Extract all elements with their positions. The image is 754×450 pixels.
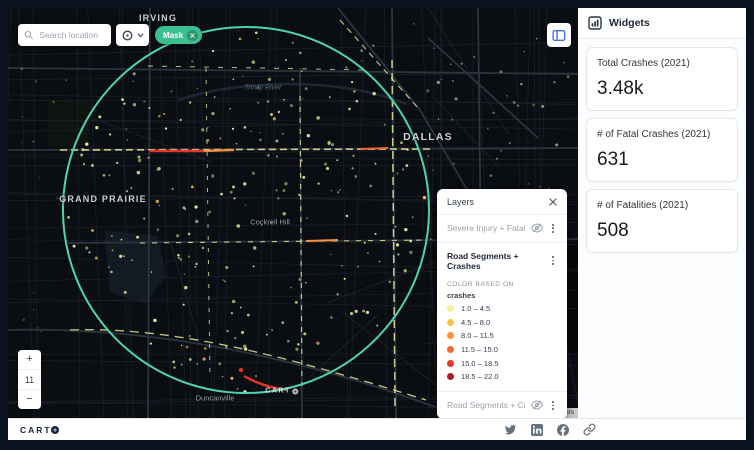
widget-label: # of Fatal Crashes (2021) bbox=[597, 129, 711, 140]
facebook-icon bbox=[557, 423, 569, 436]
widget-value: 631 bbox=[597, 149, 629, 170]
close-icon bbox=[549, 198, 557, 206]
widgets-panel-title: Widgets bbox=[609, 17, 650, 29]
visibility-off-icon[interactable] bbox=[531, 400, 543, 410]
widgets-panel-header: Widgets bbox=[578, 8, 746, 39]
widgets-list: Total Crashes (2021) 3.48k # of Fatal Cr… bbox=[578, 39, 746, 418]
social-links bbox=[504, 423, 596, 436]
layers-panel-header: Layers bbox=[437, 189, 567, 214]
layer-options-menu[interactable] bbox=[549, 400, 557, 411]
zoom-level: 11 bbox=[18, 369, 41, 390]
layer-item-label: Road Segments + Cras... bbox=[447, 400, 525, 411]
app-window: IRVING DALLAS GRAND PRAIRIE Cockrell Hil… bbox=[8, 8, 746, 440]
carto-watermark-dot-icon bbox=[292, 388, 299, 394]
legend-color-dot bbox=[447, 305, 454, 313]
layer-item-road-segments-2[interactable]: Road Segments + Cras... bbox=[437, 392, 567, 418]
mask-chip-label: Mask bbox=[163, 30, 184, 40]
widget-value: 3.48k bbox=[597, 78, 644, 99]
zoom-in-button[interactable]: + bbox=[18, 350, 41, 369]
legend-row: 11.5 – 15.0 bbox=[447, 345, 557, 354]
zoom-control: + 11 − bbox=[18, 350, 41, 409]
layer-item-severe-injury[interactable]: Severe Injury + Fatal C... bbox=[437, 215, 567, 242]
link-icon bbox=[583, 423, 596, 436]
legend-range-label: 1.0 – 4.5 bbox=[461, 304, 491, 314]
layers-panel-title: Layers bbox=[447, 197, 475, 207]
carto-watermark-text: CART bbox=[265, 387, 291, 395]
carto-logo-text: CART bbox=[20, 424, 52, 435]
legend-range-label: 4.5 – 8.0 bbox=[461, 317, 491, 327]
widget-label: # of Fatalities (2021) bbox=[597, 200, 689, 211]
widget-fatalities: # of Fatalities (2021) 508 bbox=[586, 189, 738, 253]
twitter-icon bbox=[504, 425, 517, 435]
carto-logo[interactable]: CART bbox=[20, 425, 59, 435]
search-icon bbox=[24, 31, 33, 40]
layer-item-label: Road Segments + Crashes bbox=[447, 250, 519, 271]
layer-options-menu[interactable] bbox=[549, 255, 557, 266]
legend-row: 1.0 – 4.5 bbox=[447, 304, 557, 313]
facebook-link[interactable] bbox=[557, 423, 569, 436]
legend-row: 15.0 – 18.5 bbox=[447, 359, 557, 368]
layers-panel: Layers Severe Injury + Fatal C... bbox=[437, 189, 567, 418]
close-x-icon bbox=[190, 32, 195, 38]
carto-logo-dot-icon bbox=[50, 425, 59, 434]
widgets-panel: Widgets Total Crashes (2021) 3.48k # of … bbox=[578, 8, 746, 418]
search-box[interactable] bbox=[18, 24, 111, 46]
legend-range-label: 18.5 – 22.0 bbox=[461, 372, 499, 382]
chevron-down-icon bbox=[137, 33, 144, 37]
widget-fatal-crashes: # of Fatal Crashes (2021) 631 bbox=[586, 118, 738, 182]
mask-chip[interactable]: Mask bbox=[155, 26, 203, 44]
legend-color-dot bbox=[447, 318, 454, 326]
panel-toggle-button[interactable] bbox=[547, 23, 571, 47]
color-based-on-field: crashes bbox=[447, 290, 476, 300]
linkedin-icon bbox=[531, 423, 543, 436]
legend-color-dot bbox=[447, 373, 454, 381]
widget-total-crashes: Total Crashes (2021) 3.48k bbox=[586, 47, 738, 111]
legend-color-dot bbox=[447, 332, 454, 340]
zoom-out-button[interactable]: − bbox=[18, 390, 41, 409]
search-input[interactable] bbox=[37, 29, 105, 41]
twitter-link[interactable] bbox=[504, 423, 517, 436]
layers-close-button[interactable] bbox=[549, 198, 557, 206]
layer-item-label: Severe Injury + Fatal C... bbox=[447, 223, 525, 234]
visibility-off-icon[interactable] bbox=[531, 223, 543, 233]
legend-row: 8.0 – 11.5 bbox=[447, 331, 557, 340]
linkedin-link[interactable] bbox=[531, 423, 543, 436]
mask-remove-icon[interactable] bbox=[187, 29, 199, 41]
layer-options-menu[interactable] bbox=[549, 223, 557, 234]
carto-basemap-watermark: CART bbox=[265, 387, 299, 395]
widget-label: Total Crashes (2021) bbox=[597, 58, 690, 69]
color-based-on-label: COLOR BASED ON bbox=[447, 280, 514, 288]
legend-range-label: 11.5 – 15.0 bbox=[461, 344, 498, 354]
legend-color-dot bbox=[447, 345, 454, 353]
panel-left-icon bbox=[552, 29, 566, 41]
legend-row: 18.5 – 22.0 bbox=[447, 372, 557, 381]
layer-item-road-segments: Road Segments + Crashes COLOR BASED ON c… bbox=[437, 243, 567, 392]
footer-bar: CART bbox=[8, 418, 746, 440]
widgets-icon bbox=[588, 16, 602, 30]
legend-row: 4.5 – 8.0 bbox=[447, 318, 557, 327]
share-link[interactable] bbox=[583, 423, 596, 436]
map-canvas[interactable]: IRVING DALLAS GRAND PRAIRIE Cockrell Hil… bbox=[8, 8, 578, 418]
circle-select-icon bbox=[122, 30, 133, 40]
legend-color-dot bbox=[447, 359, 454, 367]
legend-range-label: 8.0 – 11.5 bbox=[461, 331, 494, 341]
widget-value: 508 bbox=[597, 220, 629, 241]
legend-range-label: 15.0 – 18.5 bbox=[461, 358, 499, 368]
spatial-filter-button[interactable] bbox=[116, 24, 149, 46]
